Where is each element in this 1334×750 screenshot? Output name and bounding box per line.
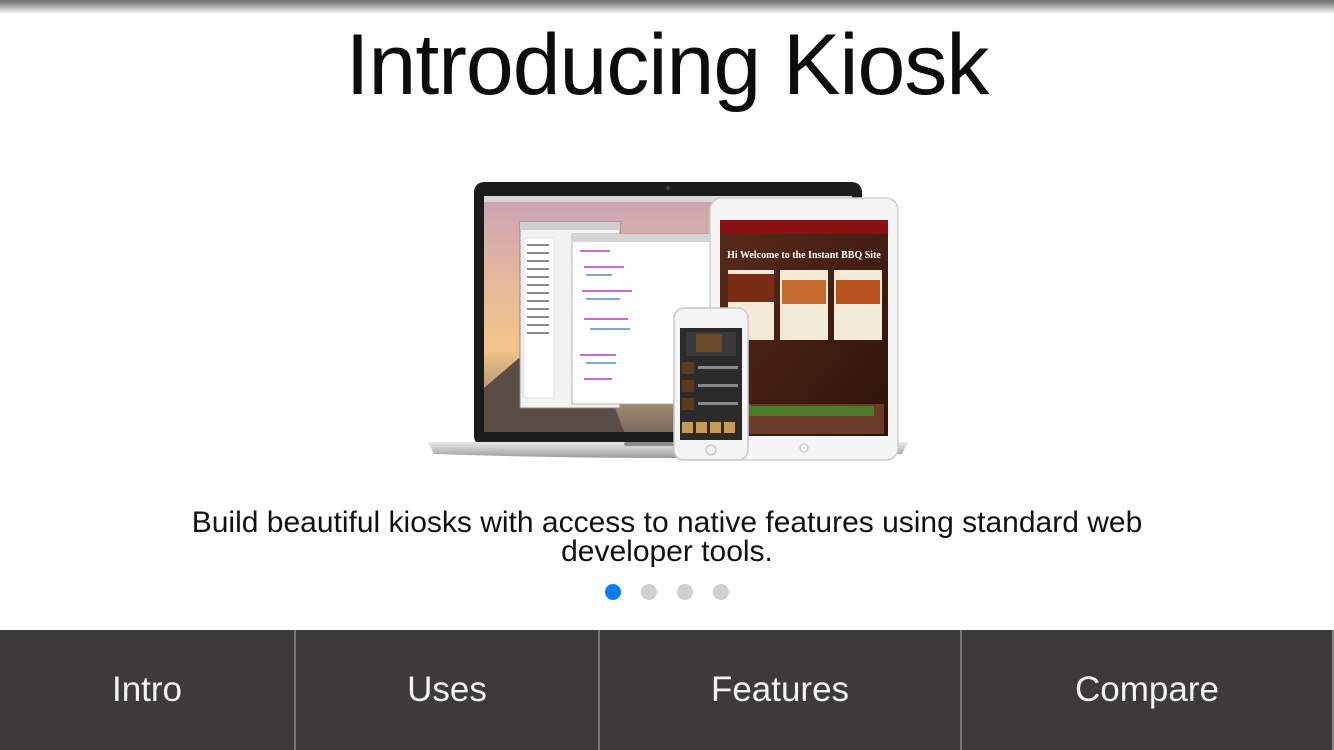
tab-uses-label: Uses [407, 670, 487, 709]
devices-hero-image: Hi Welcome to the Instant BBQ Site [428, 182, 908, 461]
tablet-site-title: Hi Welcome to the Instant BBQ Site [727, 250, 881, 261]
tab-compare[interactable]: Compare [962, 630, 1334, 750]
tagline: Build beautiful kiosks with access to na… [191, 506, 1143, 568]
page-dot-1[interactable] [605, 584, 621, 600]
phone [673, 307, 749, 461]
top-shadow [0, 0, 1334, 14]
tab-features[interactable]: Features [600, 630, 962, 750]
page-title: Introducing Kiosk [345, 17, 990, 113]
tab-compare-label: Compare [1075, 670, 1219, 709]
bottom-tab-bar: Intro Uses Features Compare [0, 630, 1334, 750]
page-dot-4[interactable] [713, 584, 729, 600]
tab-uses[interactable]: Uses [296, 630, 600, 750]
tab-features-label: Features [710, 670, 850, 709]
tab-intro[interactable]: Intro [0, 630, 296, 750]
page-dot-3[interactable] [677, 584, 693, 600]
page-indicator [0, 584, 1334, 600]
tab-intro-label: Intro [111, 670, 183, 709]
page-dot-2[interactable] [641, 584, 657, 600]
